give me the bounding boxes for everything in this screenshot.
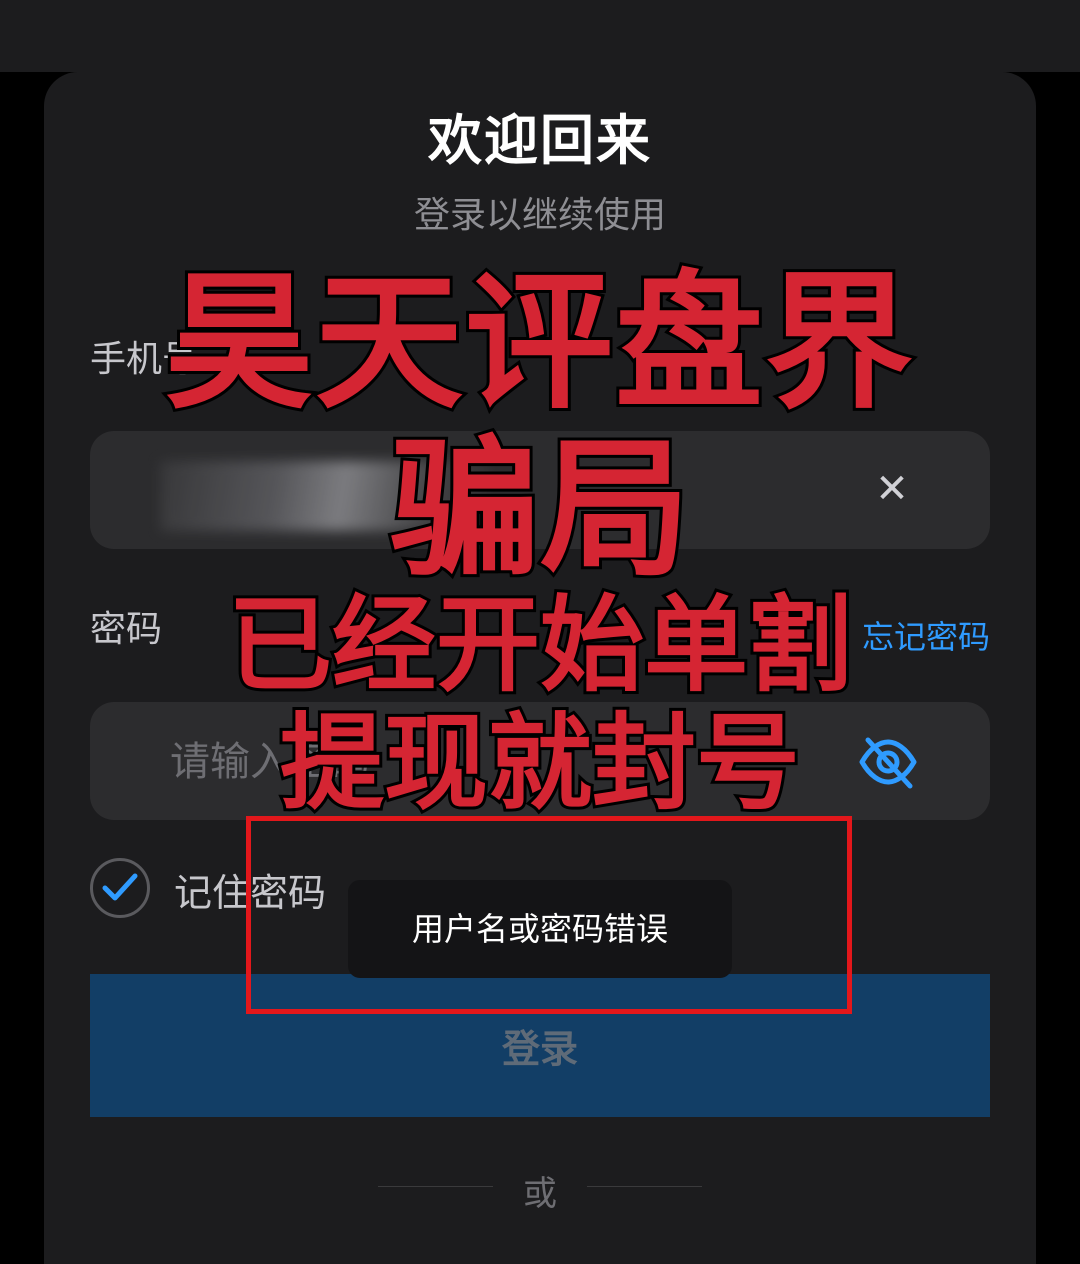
red-highlight-box: [246, 816, 852, 1014]
overlay-text-line-4: 提现就封号: [277, 699, 803, 827]
login-screen: 欢迎回来 登录以继续使用 手机号 ✕ 密码 忘记密码 记住密码 登录 或 用户名…: [0, 0, 1080, 1264]
top-bar: [0, 0, 1080, 72]
or-separator: 或: [523, 1174, 557, 1214]
divider-right: [587, 1186, 702, 1187]
page-title: 欢迎回来: [428, 109, 652, 172]
checkmark-icon[interactable]: [90, 858, 150, 918]
